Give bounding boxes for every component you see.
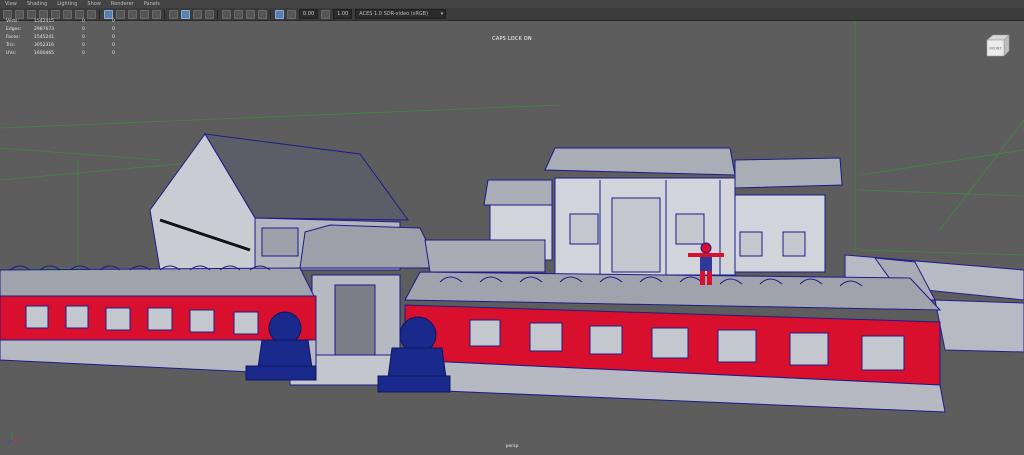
hud-label: Edges: [6, 27, 22, 32]
safe-action-icon[interactable] [75, 9, 84, 19]
hud-value: 1600465 [34, 51, 55, 56]
motion-blur-icon[interactable] [181, 9, 190, 19]
exposure-field[interactable]: 0.00 [299, 9, 319, 19]
toolbar-separator [99, 9, 100, 19]
backface-icon[interactable] [246, 9, 255, 19]
color-space-dropdown[interactable]: ACES 1.0 SDR-video (sRGB) ▾ [355, 9, 447, 19]
hud-value: 0 [82, 51, 85, 56]
color-space-value: ACES 1.0 SDR-video (sRGB) [359, 11, 429, 17]
viewcube[interactable]: FRONT [984, 34, 1010, 58]
hud-value: 0 [82, 19, 85, 24]
hud-value: 2987673 [34, 27, 55, 32]
menu-shading[interactable]: Shading [22, 1, 52, 7]
color-manage-icon[interactable] [287, 9, 296, 19]
right-red-wall [404, 304, 946, 413]
hud-value: 0 [82, 27, 85, 32]
hud-label: Tris: [6, 43, 16, 48]
bookmark-icon[interactable] [27, 9, 36, 19]
menu-panels[interactable]: Panels [139, 1, 165, 7]
hud-label: Verts: [6, 19, 19, 24]
wireframe-icon[interactable] [104, 9, 113, 19]
right-wall-roof [404, 271, 942, 311]
maya-viewport-window: View Shading Lighting Show Renderer Pane… [0, 0, 1024, 455]
gamma-field[interactable]: 1.00 [333, 9, 353, 19]
toolbar-separator [164, 9, 165, 19]
textured-icon[interactable] [128, 9, 137, 19]
camera-icon[interactable] [3, 9, 12, 19]
hud-value: 0 [112, 19, 115, 24]
hud-value: 0 [112, 51, 115, 56]
xray-icon[interactable] [222, 9, 231, 19]
viewcube-label: FRONT [989, 47, 1002, 51]
camera-name-label: persp [505, 444, 519, 449]
menu-lighting[interactable]: Lighting [52, 1, 82, 7]
lights-icon[interactable] [140, 9, 149, 19]
caps-lock-indicator: CAPS LOCK ON [492, 36, 532, 42]
antialias-icon[interactable] [193, 9, 202, 19]
hud-value: 0 [82, 43, 85, 48]
menu-show[interactable]: Show [82, 1, 106, 7]
toolbar-separator [217, 9, 218, 19]
xray-joints-icon[interactable] [234, 9, 243, 19]
menu-renderer[interactable]: Renderer [106, 1, 139, 7]
field-chart-icon[interactable] [87, 9, 96, 19]
hud-value: 1542415 [34, 19, 55, 24]
smooth-shade-icon[interactable] [116, 9, 125, 19]
menu-view[interactable]: View [0, 1, 22, 7]
hud-row: UVs: 1600465 0 0 [6, 51, 115, 59]
toolbar-separator [270, 9, 271, 19]
resolution-gate-icon[interactable] [63, 9, 72, 19]
hud-value: 0 [112, 43, 115, 48]
ambient-occlusion-icon[interactable] [169, 9, 178, 19]
hud-row: Edges: 2987673 0 0 [6, 27, 115, 35]
hud-label: UVs: [6, 51, 17, 56]
left-wall-roof [0, 265, 317, 301]
hud-row: Verts: 1542415 0 0 [6, 19, 115, 27]
grid-icon[interactable] [15, 9, 24, 19]
hud-row: Tris: 3052316 0 0 [6, 43, 115, 51]
gamma-icon[interactable] [275, 9, 284, 19]
hud-value: 3052316 [34, 43, 55, 48]
shadows-icon[interactable] [152, 9, 161, 19]
exposure-icon[interactable] [258, 9, 267, 19]
film-gate-icon[interactable] [51, 9, 60, 19]
chevron-down-icon: ▾ [440, 11, 444, 17]
gamma-toggle-icon[interactable] [321, 9, 331, 19]
isolate-select-icon[interactable] [205, 9, 214, 19]
panel-toolbar: 0.00 1.00 ACES 1.0 SDR-video (sRGB) ▾ [0, 8, 1024, 21]
panel-menu-bar: View Shading Lighting Show Renderer Pane… [0, 0, 1024, 8]
hud-value: 0 [112, 27, 115, 32]
3d-viewport[interactable] [0, 21, 1024, 455]
image-plane-icon[interactable] [39, 9, 48, 19]
